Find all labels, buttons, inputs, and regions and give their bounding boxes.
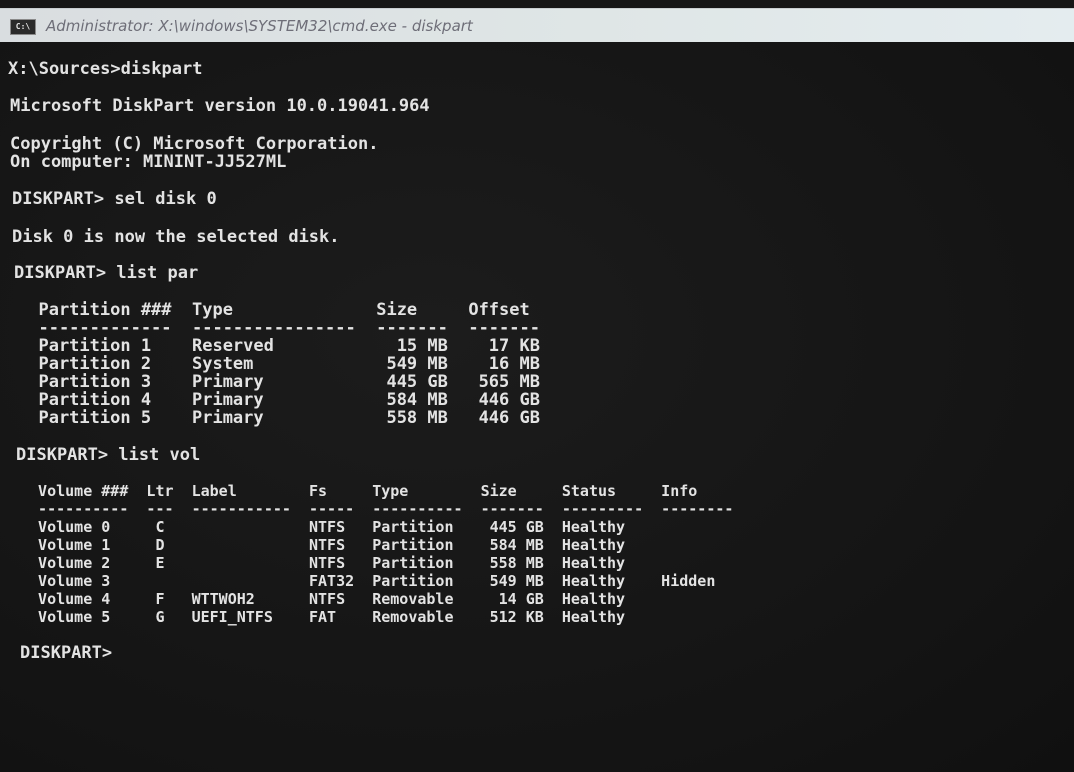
volume-row: Volume 1 D NTFS Partition 584 MB Healthy (20, 536, 626, 554)
title-bar[interactable]: C:\ Administrator: X:\windows\SYSTEM32\c… (0, 8, 1074, 43)
console-line: DISKPART> sel disk 0 (12, 189, 217, 209)
console-line: DISKPART> list vol (16, 445, 201, 465)
console-line: Copyright (C) Microsoft Corporation. (10, 134, 379, 154)
console-line: DISKPART> list par (14, 263, 199, 283)
partition-row: Partition 4 Primary 584 MB 446 GB (18, 390, 540, 410)
console-line: X:\Sources>diskpart (8, 59, 203, 79)
partition-row: Partition 1 Reserved 15 MB 17 KB (18, 336, 540, 356)
volume-row: Volume 4 F WTTWOH2 NTFS Removable 14 GB … (20, 590, 626, 608)
window-title: Administrator: X:\windows\SYSTEM32\cmd.e… (46, 17, 473, 35)
console-line: Disk 0 is now the selected disk. (12, 227, 340, 247)
cmd-icon: C:\ (10, 19, 36, 35)
partition-table-header: Partition ### Type Size Offset (18, 300, 530, 320)
console-line: Microsoft DiskPart version 10.0.19041.96… (10, 96, 430, 116)
volume-row: Volume 0 C NTFS Partition 445 GB Healthy (20, 518, 626, 536)
volume-row: Volume 2 E NTFS Partition 558 MB Healthy (20, 554, 626, 572)
partition-row: Partition 5 Primary 558 MB 446 GB (18, 408, 540, 428)
console-line: On computer: MININT-JJ527ML (10, 152, 287, 172)
partition-row: Partition 2 System 549 MB 16 MB (18, 354, 540, 374)
partition-row: Partition 3 Primary 445 GB 565 MB (18, 372, 540, 392)
volume-row: Volume 3 FAT32 Partition 549 MB Healthy … (20, 572, 716, 590)
volume-table-header: Volume ### Ltr Label Fs Type Size Status… (20, 482, 698, 500)
volume-table-separator: ---------- --- ----------- ----- -------… (20, 500, 734, 518)
console-output[interactable]: X:\Sources>diskpart Microsoft DiskPart v… (0, 42, 1074, 772)
volume-row: Volume 5 G UEFI_NTFS FAT Removable 512 K… (20, 608, 626, 626)
command-prompt[interactable]: DISKPART> (20, 644, 112, 662)
partition-table-separator: ------------- ---------------- ------- -… (18, 318, 540, 338)
